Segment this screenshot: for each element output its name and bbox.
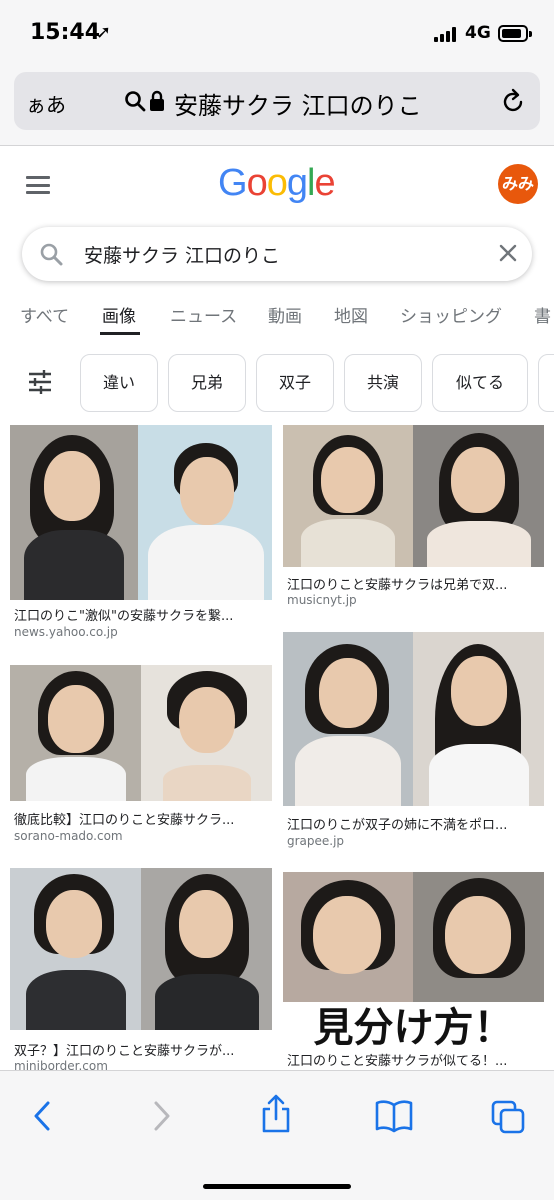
chip-lookalike[interactable]: 似てる — [432, 354, 528, 412]
account-avatar[interactable]: みみ — [498, 164, 538, 204]
chip-more[interactable] — [538, 354, 554, 412]
search-input[interactable]: 安藤サクラ 江口のりこ — [22, 227, 532, 281]
browser-toolbar — [0, 1070, 554, 1200]
logo-letter: e — [314, 162, 335, 204]
result-source[interactable]: sorano-mado.com — [14, 829, 123, 843]
active-tab-indicator — [100, 332, 140, 335]
chip-siblings[interactable]: 兄弟 — [168, 354, 246, 412]
tab-maps[interactable]: 地図 — [334, 302, 368, 327]
tab-news[interactable]: ニュース — [170, 302, 237, 327]
tab-images[interactable]: 画像 — [102, 302, 136, 327]
logo-letter: o — [246, 162, 268, 204]
filter-chips: 違い 兄弟 双子 共演 似てる — [0, 354, 554, 414]
search-tabs: すべて 画像 ニュース 動画 地図 ショッピング 書 — [0, 296, 554, 336]
network-type: 4G — [465, 23, 491, 43]
image-result[interactable]: 江口のりこと安藤サクラは兄弟で双... musicnyt.jp — [283, 425, 544, 625]
filter-settings-icon[interactable] — [26, 368, 54, 396]
location-icon: ➚ — [96, 22, 112, 43]
tabs-icon[interactable] — [490, 1099, 526, 1135]
result-caption[interactable]: 徹底比較】江口のりこと安藤サクラ... — [14, 809, 272, 828]
url-text[interactable]: 安藤サクラ 江口のりこ — [174, 86, 422, 121]
reload-icon[interactable] — [500, 88, 526, 116]
tab-shopping[interactable]: ショッピング — [400, 302, 502, 327]
browser-address-area: ぁあ 安藤サクラ 江口のりこ — [0, 64, 554, 146]
close-icon[interactable] — [496, 241, 520, 265]
result-thumbnail[interactable] — [283, 632, 544, 806]
result-thumbnail[interactable] — [10, 868, 272, 1030]
forward-icon[interactable] — [148, 1099, 174, 1133]
logo-letter: g — [286, 162, 308, 204]
status-bar: 15:44 ➚ 4G — [0, 0, 554, 64]
image-result[interactable]: 江口のりこが双子の姉に不満をポロ... grapee.jp — [283, 632, 544, 852]
result-caption[interactable]: 江口のりこと安藤サクラが似てる！... — [287, 1050, 544, 1068]
share-icon[interactable] — [258, 1093, 294, 1135]
result-caption[interactable]: 江口のりこと安藤サクラは兄弟で双... — [287, 574, 544, 593]
logo-letter: G — [218, 162, 248, 204]
result-thumbnail[interactable] — [283, 425, 544, 567]
image-result[interactable]: 見分け方！ 江口のりこと安藤サクラが似てる！... — [283, 872, 544, 1070]
tab-books[interactable]: 書 — [534, 302, 551, 327]
bookmarks-icon[interactable] — [374, 1099, 414, 1133]
image-result[interactable]: 江口のりこ"激似"の安藤サクラを繋... news.yahoo.co.jp — [10, 425, 272, 645]
result-source[interactable]: grapee.jp — [287, 834, 344, 848]
lock-icon — [150, 90, 164, 111]
result-thumbnail[interactable] — [10, 665, 272, 801]
chip-costar[interactable]: 共演 — [344, 354, 422, 412]
chip-difference[interactable]: 違い — [80, 354, 158, 412]
hamburger-menu-icon[interactable] — [26, 176, 50, 194]
thumbnail-overlay-text: 見分け方！ — [283, 1002, 544, 1054]
google-logo[interactable]: Google — [218, 162, 336, 205]
result-caption[interactable]: 江口のりこ"激似"の安藤サクラを繋... — [14, 605, 272, 624]
clock: 15:44 — [30, 20, 101, 45]
search-icon — [125, 91, 146, 112]
result-caption[interactable]: 江口のりこが双子の姉に不満をポロ... — [287, 814, 544, 833]
search-query[interactable]: 安藤サクラ 江口のりこ — [84, 241, 280, 268]
tab-all[interactable]: すべて — [20, 302, 69, 327]
chip-twins[interactable]: 双子 — [256, 354, 334, 412]
home-indicator — [203, 1184, 351, 1189]
battery-icon — [498, 25, 532, 42]
signal-icon — [434, 26, 460, 42]
image-result[interactable]: 双子？】江口のりこと安藤サクラが... miniborder.com — [10, 868, 272, 1073]
image-result[interactable]: 徹底比較】江口のりこと安藤サクラ... sorano-mado.com — [10, 665, 272, 855]
result-thumbnail[interactable] — [10, 425, 272, 600]
search-icon[interactable] — [38, 241, 64, 267]
back-icon[interactable] — [30, 1099, 56, 1133]
reader-options-button[interactable]: ぁあ — [26, 89, 66, 118]
result-source[interactable]: news.yahoo.co.jp — [14, 625, 118, 639]
address-bar[interactable]: ぁあ 安藤サクラ 江口のりこ — [14, 72, 540, 130]
result-thumbnail[interactable]: 見分け方！ — [283, 872, 544, 1054]
result-caption[interactable]: 双子？】江口のりこと安藤サクラが... — [14, 1040, 272, 1059]
logo-letter: o — [266, 162, 288, 204]
google-header: Google みみ — [0, 146, 554, 226]
result-source[interactable]: musicnyt.jp — [287, 593, 357, 607]
tab-videos[interactable]: 動画 — [268, 302, 302, 327]
